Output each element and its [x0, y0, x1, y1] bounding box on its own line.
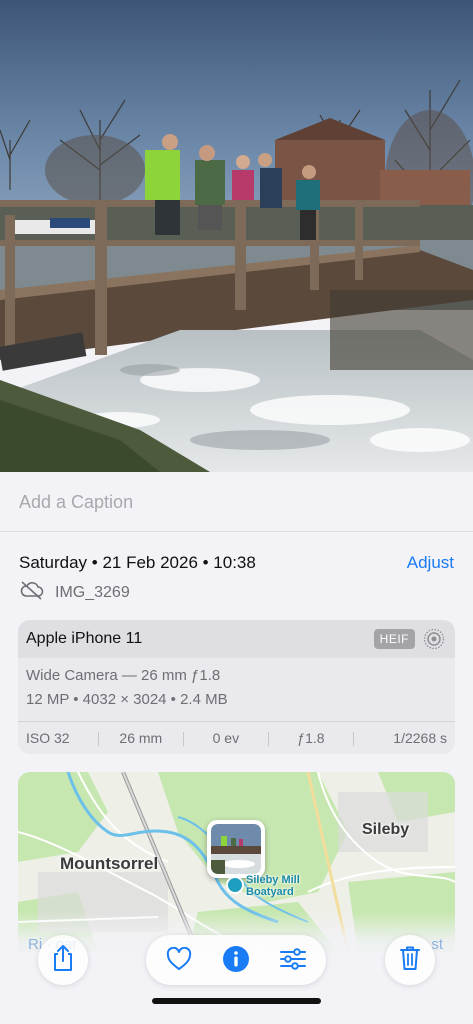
map-photo-thumbnail[interactable] — [207, 820, 265, 878]
adjust-button[interactable]: Adjust — [407, 553, 454, 573]
photo[interactable] — [0, 0, 473, 472]
info-button[interactable] — [222, 945, 250, 978]
map-label-sileby: Sileby — [362, 821, 410, 838]
trash-icon — [398, 945, 422, 976]
heart-icon — [166, 946, 192, 976]
exif-exposure-value: 0 ev — [183, 730, 268, 746]
share-icon — [51, 944, 75, 977]
filename: IMG_3269 — [55, 583, 130, 601]
exif-row: ISO 32 26 mm 0 ev ƒ1.8 1/2268 s — [18, 721, 455, 754]
exif-aperture: ƒ1.8 — [268, 730, 353, 746]
camera-card: Apple iPhone 11 HEIF Wide Camera — 26 mm… — [18, 620, 455, 754]
device-name: Apple iPhone 11 — [26, 630, 143, 647]
caption-field[interactable]: Add a Caption — [0, 472, 473, 532]
cloud-slash-icon — [19, 580, 45, 605]
edit-button[interactable] — [279, 947, 307, 975]
lens-info: Wide Camera — 26 mm ƒ1.8 — [26, 667, 221, 684]
share-button[interactable] — [38, 935, 88, 985]
date-time: Saturday • 21 Feb 2026 • 10:38 — [19, 553, 256, 572]
location-pin-icon[interactable] — [226, 876, 244, 894]
image-specs: 12 MP • 4032 × 3024 • 2.4 MB — [26, 691, 228, 708]
caption-placeholder: Add a Caption — [19, 492, 134, 512]
map-label-mountsorrel: Mountsorrel — [60, 854, 159, 873]
delete-button[interactable] — [385, 935, 435, 985]
map-label-poi: Sileby Mill Boatyard — [246, 874, 300, 898]
live-photo-icon[interactable] — [423, 628, 445, 650]
info-icon — [222, 945, 250, 978]
exif-focal-length: 26 mm — [98, 730, 183, 746]
adjust-sliders-icon — [279, 947, 307, 976]
exif-iso: ISO 32 — [26, 730, 70, 746]
action-pill — [146, 935, 326, 985]
filename-row: IMG_3269 — [19, 580, 130, 605]
favorite-button[interactable] — [165, 946, 193, 976]
home-indicator[interactable] — [152, 998, 321, 1004]
camera-card-header: Apple iPhone 11 HEIF — [18, 620, 455, 658]
exif-shutter-speed: 1/2268 s — [353, 730, 455, 746]
format-badge: HEIF — [373, 629, 415, 649]
